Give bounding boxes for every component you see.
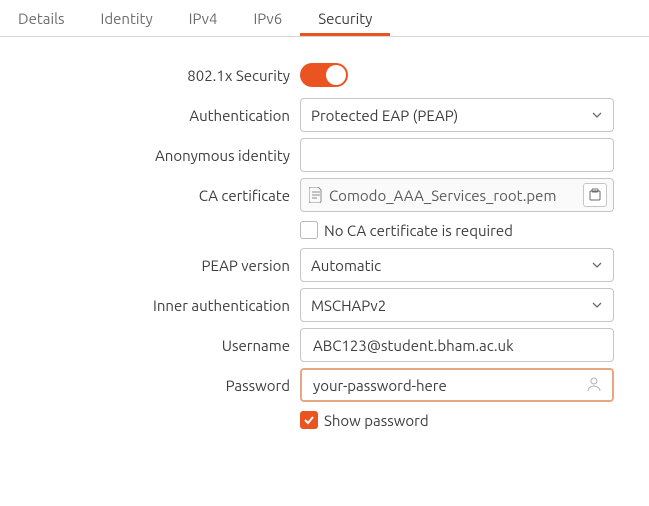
- select-value: Protected EAP (PEAP): [311, 107, 458, 124]
- select-authentication[interactable]: Protected EAP (PEAP): [300, 98, 614, 132]
- input-password-wrap: [300, 368, 614, 402]
- input-username-wrap: [300, 328, 614, 362]
- input-password[interactable]: [311, 376, 585, 395]
- security-form: 802.1x Security Authentication Protected…: [0, 37, 649, 435]
- input-anon-identity-wrap: [300, 138, 614, 172]
- file-icon: [309, 187, 323, 203]
- label-ca-cert: CA certificate: [0, 187, 300, 204]
- label-authentication: Authentication: [0, 107, 300, 124]
- input-username[interactable]: [311, 336, 603, 355]
- label-inner-auth: Inner authentication: [0, 297, 300, 314]
- toggle-knob: [326, 65, 346, 85]
- input-anon-identity[interactable]: [311, 146, 603, 165]
- checkbox-no-ca-req[interactable]: [300, 221, 318, 239]
- select-value: Automatic: [311, 257, 381, 274]
- tab-identity[interactable]: Identity: [83, 0, 171, 36]
- toggle-8021x[interactable]: [300, 63, 348, 87]
- tab-security[interactable]: Security: [300, 0, 390, 36]
- select-value: MSCHAPv2: [311, 297, 386, 314]
- label-password: Password: [0, 377, 300, 394]
- tab-ipv4[interactable]: IPv4: [171, 0, 236, 36]
- label-anon-identity: Anonymous identity: [0, 147, 300, 164]
- ca-cert-filename: Comodo_AAA_Services_root.pem: [323, 187, 583, 204]
- tab-details[interactable]: Details: [0, 0, 83, 36]
- label-username: Username: [0, 337, 300, 354]
- chevron-down-icon: [591, 259, 603, 271]
- tab-bar: Details Identity IPv4 IPv6 Security: [0, 0, 649, 37]
- ca-cert-file-chooser[interactable]: Comodo_AAA_Services_root.pem: [300, 178, 614, 212]
- chevron-down-icon: [591, 299, 603, 311]
- person-icon: [585, 375, 603, 396]
- tab-ipv6[interactable]: IPv6: [235, 0, 300, 36]
- chevron-down-icon: [591, 109, 603, 121]
- label-8021x: 802.1x Security: [0, 67, 300, 84]
- label-no-ca-req: No CA certificate is required: [324, 222, 513, 239]
- browse-icon[interactable]: [583, 183, 607, 207]
- label-peap-version: PEAP version: [0, 257, 300, 274]
- label-show-password: Show password: [324, 412, 429, 429]
- select-peap-version[interactable]: Automatic: [300, 248, 614, 282]
- checkbox-show-password[interactable]: [300, 411, 318, 429]
- select-inner-auth[interactable]: MSCHAPv2: [300, 288, 614, 322]
